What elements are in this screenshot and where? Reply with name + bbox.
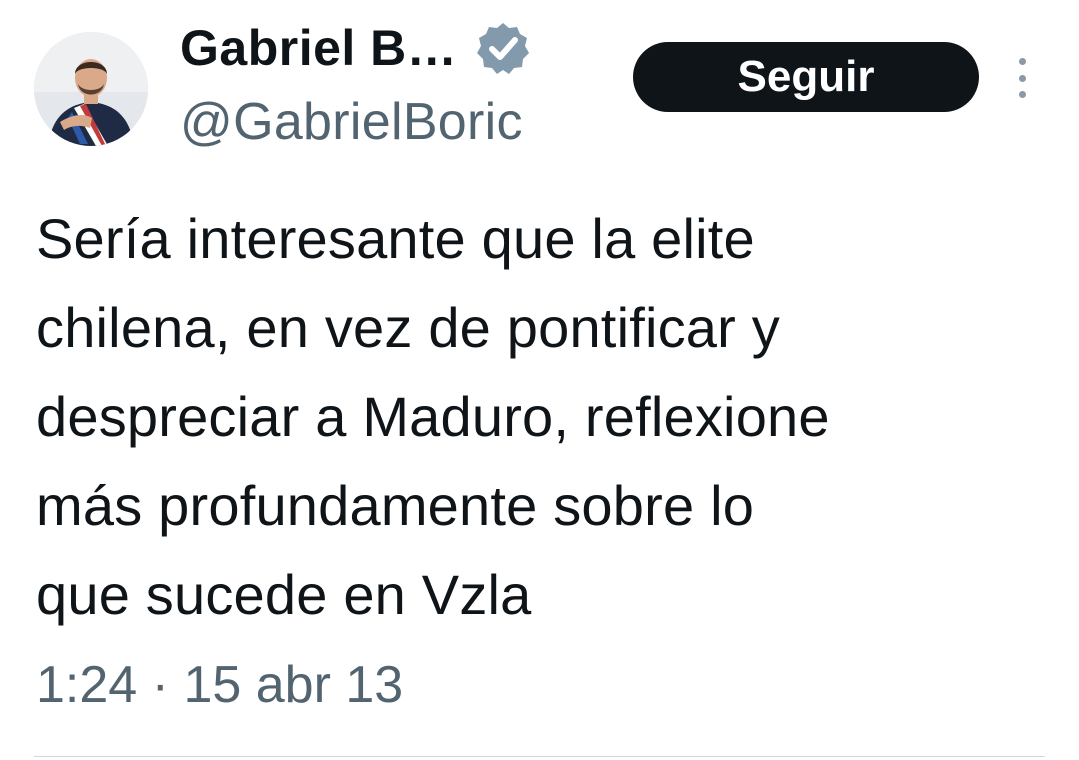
tweet-text: Sería interesante que la elite chilena, … xyxy=(36,194,1056,639)
more-dot xyxy=(1018,58,1026,65)
tweet-text-line: más profundamente sobre lo xyxy=(36,474,755,537)
tweet-text-line: que sucede en Vzla xyxy=(36,563,532,626)
vertical-ellipsis-icon[interactable] xyxy=(1010,58,1034,98)
tweet-time: 1:24 xyxy=(36,656,138,714)
tweet-text-line: chilena, en vez de pontificar y xyxy=(36,296,780,359)
author-name-row: Gabriel B… xyxy=(180,18,531,78)
profile-photo xyxy=(34,32,148,146)
tweet-timestamp[interactable]: 1:24 · 15 abr 13 xyxy=(36,655,403,715)
tweet-text-line: Sería interesante que la elite xyxy=(36,207,755,270)
more-dot xyxy=(1018,74,1026,82)
more-dot xyxy=(1018,91,1026,98)
meta-separator: · xyxy=(151,656,169,714)
divider xyxy=(34,756,1045,757)
follow-button[interactable]: Seguir xyxy=(633,42,979,112)
avatar[interactable] xyxy=(34,32,148,146)
verified-badge-icon xyxy=(477,23,530,74)
tweet-date: 15 abr 13 xyxy=(183,656,404,714)
tweet-text-line: despreciar a Maduro, reflexione xyxy=(36,385,830,448)
author-display-name[interactable]: Gabriel B… xyxy=(180,19,457,77)
author-handle[interactable]: @GabrielBoric xyxy=(180,92,523,152)
